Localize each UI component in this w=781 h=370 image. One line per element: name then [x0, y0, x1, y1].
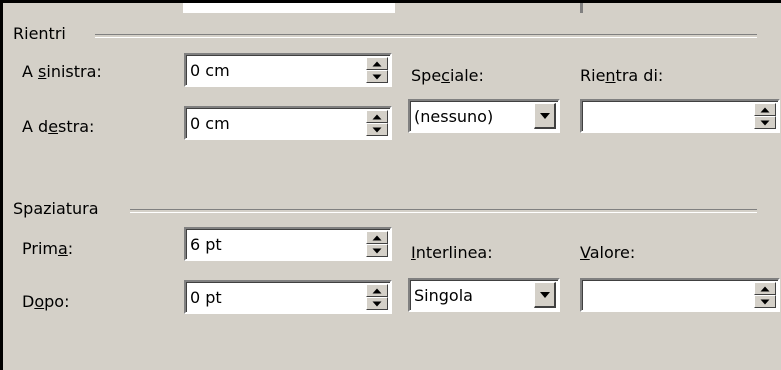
arrow-down-icon	[372, 127, 382, 132]
space-before-down-button[interactable]	[366, 244, 388, 257]
arrow-up-icon	[372, 235, 382, 240]
arrow-down-icon	[760, 299, 770, 304]
space-before-label: Prima:	[22, 239, 74, 258]
tab-edge-shadow	[580, 3, 583, 13]
right-indent-up-button[interactable]	[366, 110, 388, 123]
right-indent-field[interactable]: 0 cm	[184, 106, 392, 140]
arrow-up-icon	[372, 288, 382, 293]
space-after-up-button[interactable]	[366, 284, 388, 297]
line-spacing-label: Interlinea:	[411, 243, 493, 262]
right-indent-value: 0 cm	[190, 114, 230, 133]
indent-by-spinner	[754, 103, 776, 129]
left-indent-up-button[interactable]	[366, 57, 388, 70]
arrow-up-icon	[760, 107, 770, 112]
indent-by-field[interactable]	[580, 99, 780, 133]
line-spacing-value: Singola	[414, 286, 473, 305]
chevron-down-icon	[539, 291, 550, 298]
space-before-up-button[interactable]	[366, 231, 388, 244]
arrow-down-icon	[372, 301, 382, 306]
special-indent-dropdown-button[interactable]	[534, 103, 556, 129]
arrow-down-icon	[372, 248, 382, 253]
chevron-down-icon	[539, 112, 550, 119]
space-after-down-button[interactable]	[366, 297, 388, 310]
left-indent-label: A sinistra:	[22, 62, 102, 81]
line-spacing-select[interactable]: Singola	[408, 278, 560, 312]
left-indent-spinner	[366, 57, 388, 83]
tab-edge-highlight	[183, 3, 395, 13]
indent-by-up-button[interactable]	[754, 103, 776, 116]
right-indent-down-button[interactable]	[366, 123, 388, 136]
special-indent-label: Speciale:	[411, 66, 484, 85]
left-indent-field[interactable]: 0 cm	[184, 53, 392, 87]
indent-group-rule	[95, 34, 757, 38]
spacing-group-label: Spaziatura	[13, 199, 107, 218]
space-after-label: Dopo:	[22, 292, 70, 311]
space-after-spinner	[366, 284, 388, 310]
space-after-value: 0 pt	[190, 288, 222, 307]
space-before-value: 6 pt	[190, 235, 222, 254]
space-before-field[interactable]: 6 pt	[184, 227, 392, 261]
dialog-left-border	[0, 0, 3, 370]
line-spacing-at-spinner	[754, 282, 776, 308]
line-spacing-at-down-button[interactable]	[754, 295, 776, 308]
line-spacing-at-label: Valore:	[580, 243, 636, 262]
indent-by-label: Rientra di:	[580, 66, 664, 85]
left-indent-value: 0 cm	[190, 61, 230, 80]
space-after-field[interactable]: 0 pt	[184, 280, 392, 314]
line-spacing-dropdown-button[interactable]	[534, 282, 556, 308]
arrow-down-icon	[372, 74, 382, 79]
indent-by-down-button[interactable]	[754, 116, 776, 129]
arrow-up-icon	[372, 61, 382, 66]
special-indent-select[interactable]: (nessuno)	[408, 99, 560, 133]
arrow-up-icon	[372, 114, 382, 119]
right-indent-label: A destra:	[22, 117, 95, 136]
left-indent-down-button[interactable]	[366, 70, 388, 83]
indent-group-label: Rientri	[13, 24, 74, 43]
line-spacing-at-up-button[interactable]	[754, 282, 776, 295]
spacing-group-rule	[130, 209, 757, 213]
right-indent-spinner	[366, 110, 388, 136]
space-before-spinner	[366, 231, 388, 257]
special-indent-value: (nessuno)	[414, 107, 494, 126]
arrow-up-icon	[760, 286, 770, 291]
arrow-down-icon	[760, 120, 770, 125]
line-spacing-at-field[interactable]	[580, 278, 780, 312]
